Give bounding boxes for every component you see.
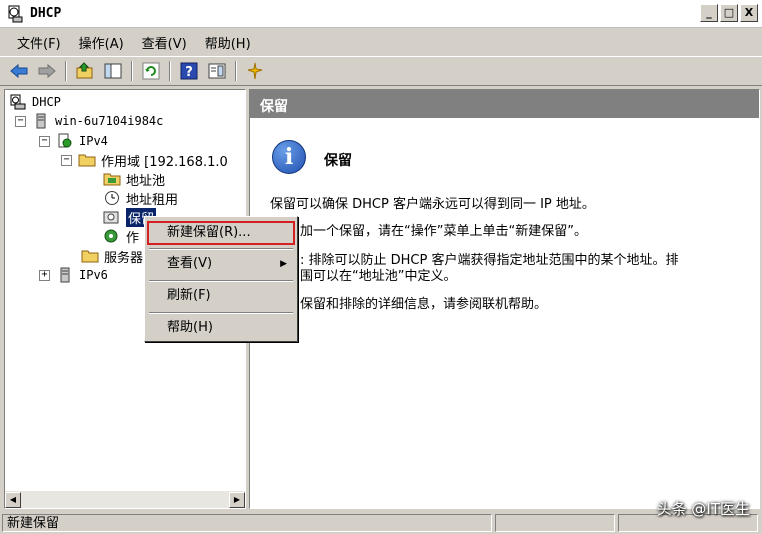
star-icon (247, 62, 263, 80)
tree-label: 服务器 (104, 250, 144, 266)
tree-item-address-leases[interactable]: 地址租用 (103, 188, 178, 208)
server-icon (60, 267, 70, 283)
properties-button[interactable] (204, 59, 230, 83)
tree-label: DHCP (32, 95, 61, 109)
toolbar-separator (235, 61, 237, 81)
dhcp-icon (10, 94, 26, 110)
tree-label: IPv4 (79, 134, 108, 148)
reservation-icon (103, 211, 119, 224)
window-title: DHCP (30, 6, 62, 21)
back-button[interactable] (6, 59, 32, 83)
clock-icon (105, 191, 119, 205)
show-hide-tree-icon (104, 63, 122, 79)
tree-item-scope-options[interactable]: 作 (103, 226, 139, 246)
ipv4-icon (58, 133, 72, 148)
tree-label: IPv6 (79, 268, 108, 282)
tree-label: 地址池 (126, 173, 166, 189)
menu-item-new-reservation[interactable]: 新建保留(R)... (147, 221, 295, 245)
status-panel (495, 514, 615, 532)
dhcp-app-icon (8, 5, 23, 23)
tree-item-ipv4[interactable]: − IPv4 (39, 131, 108, 151)
collapse-icon[interactable]: − (61, 154, 72, 166)
menu-item-help[interactable]: 帮助(H) (147, 316, 295, 340)
tree-item-address-pool[interactable]: 地址池 (103, 169, 165, 189)
folder-icon (78, 154, 96, 167)
tree-item-ipv6[interactable]: + IPv6 (39, 265, 108, 285)
scroll-right-icon[interactable]: ▶ (229, 491, 245, 508)
properties-icon (208, 63, 226, 79)
back-icon (10, 63, 28, 79)
tree-label: win-6u7104i984c (55, 114, 164, 128)
info-icon: i (272, 140, 306, 174)
tree-item-dhcp[interactable]: DHCP (9, 92, 61, 112)
collapse-icon[interactable]: − (39, 135, 50, 147)
mmc-window: DHCP _ □ X 文件(F) 操作(A) 查看(V) 帮助(H) ? DHC… (0, 0, 762, 534)
menu-file[interactable]: 文件(F) (8, 31, 70, 54)
menu-view[interactable]: 查看(V) (133, 31, 196, 54)
options-icon (104, 229, 118, 243)
svg-text:?: ? (185, 65, 193, 80)
refresh-button[interactable] (138, 59, 164, 83)
toolbar-separator (131, 61, 133, 81)
address-pool-icon (103, 173, 121, 186)
tree-label: 作用域 [192.168.1.0 (101, 154, 228, 170)
toolbar-separator (65, 61, 67, 81)
menu-item-label: 查看(V) (167, 256, 213, 271)
description-text: 保留可以确保 DHCP 客户端永远可以得到同一 IP 地址。 (270, 197, 595, 212)
status-text: 新建保留 (2, 514, 492, 532)
forward-icon (38, 63, 56, 79)
close-button[interactable]: X (740, 4, 758, 22)
tree-label: 作 (126, 230, 140, 246)
result-pane: 保留 i 保留 保留可以确保 DHCP 客户端永远可以得到同一 IP 地址。 加… (249, 89, 760, 509)
menu-separator (149, 312, 293, 314)
scroll-left-icon[interactable]: ◀ (5, 491, 21, 508)
menu-item-refresh[interactable]: 刷新(F) (147, 284, 295, 308)
tree-item-scope[interactable]: − 作用域 [192.168.1.0 (61, 150, 228, 170)
refresh-icon (142, 62, 160, 80)
up-folder-icon (76, 62, 93, 79)
context-menu: 新建保留(R)... 查看(V) ▶ 刷新(F) 帮助(H) (144, 216, 298, 342)
toolbar-separator (169, 61, 171, 81)
help-icon: ? (180, 62, 198, 80)
tree-item-server[interactable]: − win-6u7104i984c (15, 111, 163, 131)
server-icon (36, 113, 46, 129)
title-bar[interactable]: DHCP _ □ X (0, 0, 762, 28)
show-hide-tree-button[interactable] (100, 59, 126, 83)
pane-title: 保留 (324, 153, 352, 169)
help-button[interactable]: ? (176, 59, 202, 83)
folder-icon (81, 250, 99, 263)
pane-header: 保留 (250, 90, 759, 118)
maximize-button[interactable]: □ (720, 4, 738, 22)
menu-item-view[interactable]: 查看(V) ▶ (147, 252, 295, 276)
menu-help[interactable]: 帮助(H) (196, 31, 260, 54)
up-level-button[interactable] (72, 59, 98, 83)
new-item-button[interactable] (242, 59, 268, 83)
menu-separator (149, 248, 293, 250)
collapse-icon[interactable]: − (15, 115, 26, 127)
watermark: 头条 @IT医生 (656, 500, 750, 518)
description-text: 加一个保留，请在“操作”菜单上单击“新建保留”。 (300, 224, 587, 239)
toolbar: ? (0, 56, 762, 86)
expand-icon[interactable]: + (39, 269, 50, 281)
tree-item-server-options[interactable]: 服务器 (81, 246, 143, 266)
forward-button[interactable] (34, 59, 60, 83)
menu-bar: 文件(F) 操作(A) 查看(V) 帮助(H) (0, 30, 762, 54)
horizontal-scrollbar[interactable]: ◀ ▶ (5, 491, 245, 508)
submenu-arrow-icon: ▶ (280, 259, 287, 269)
menu-action[interactable]: 操作(A) (70, 31, 133, 54)
status-bar: 新建保留 (0, 512, 762, 534)
minimize-button[interactable]: _ (700, 4, 718, 22)
tree-label: 地址租用 (126, 192, 179, 208)
menu-separator (149, 280, 293, 282)
description-text: 保留和排除的详细信息，请参阅联机帮助。 (300, 297, 548, 312)
description-text: 围可以在“地址池”中定义。 (300, 269, 457, 284)
